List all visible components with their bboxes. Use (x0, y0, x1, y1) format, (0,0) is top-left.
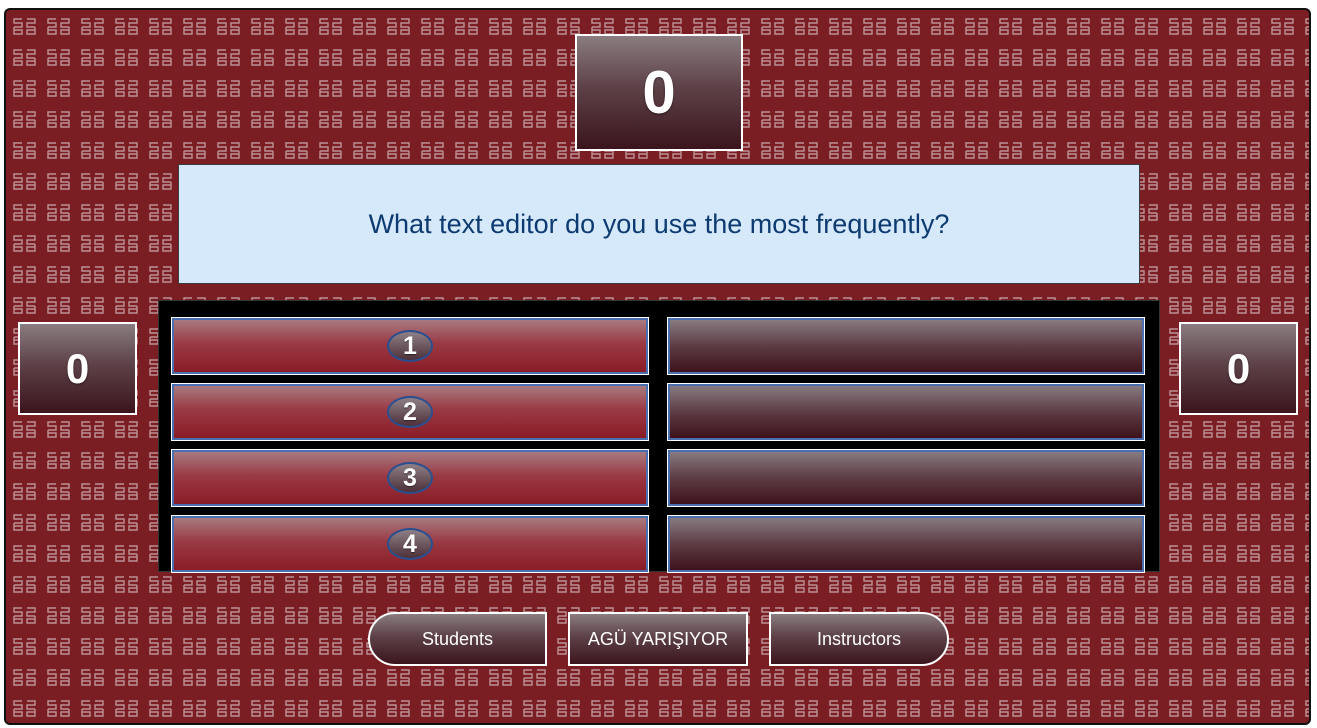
team-right-score: 0 (1179, 322, 1298, 415)
answer-board: 1 2 3 4 (158, 300, 1160, 573)
question-panel: What text editor do you use the most fre… (178, 164, 1140, 284)
answer-number-badge: 1 (387, 330, 433, 362)
answer-number-badge: 2 (387, 396, 433, 428)
instructors-button[interactable]: Instructors (769, 612, 949, 666)
answer-slot-1[interactable]: 1 (171, 317, 649, 375)
answer-number-badge: 4 (387, 528, 433, 560)
game-board: 0 What text editor do you use the most f… (4, 8, 1311, 725)
answer-reveal-4[interactable] (667, 515, 1145, 573)
team-left-score: 0 (18, 322, 137, 415)
answer-number-badge: 3 (387, 462, 433, 494)
answer-reveal-1[interactable] (667, 317, 1145, 375)
agu-yarisiyor-button[interactable]: AGÜ YARIŞIYOR (568, 612, 748, 666)
answer-slot-4[interactable]: 4 (171, 515, 649, 573)
round-score: 0 (575, 34, 743, 151)
answer-reveal-3[interactable] (667, 449, 1145, 507)
students-button[interactable]: Students (368, 612, 547, 666)
question-text: What text editor do you use the most fre… (368, 208, 950, 239)
answer-reveal-2[interactable] (667, 383, 1145, 441)
answer-slot-3[interactable]: 3 (171, 449, 649, 507)
answer-slot-2[interactable]: 2 (171, 383, 649, 441)
